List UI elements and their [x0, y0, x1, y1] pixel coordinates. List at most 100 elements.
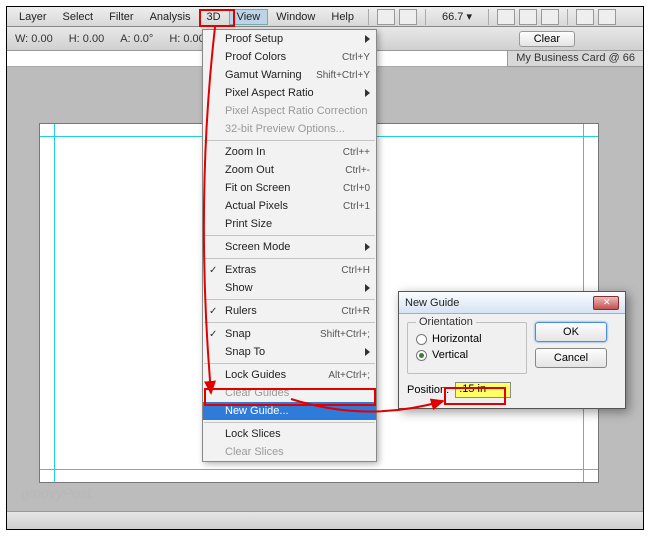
menu-separator — [204, 322, 375, 323]
submenu-arrow-icon — [365, 284, 370, 292]
menu-window[interactable]: Window — [268, 9, 323, 25]
menu-item-label: Show — [225, 282, 370, 294]
menu-item[interactable]: Screen Mode — [203, 238, 376, 256]
radio-icon — [416, 334, 427, 345]
dialog-titlebar[interactable]: New Guide — [399, 292, 625, 314]
opt-h2: H: 0.00 — [169, 33, 204, 45]
submenu-arrow-icon — [365, 89, 370, 97]
menu-item-label: Fit on Screen — [225, 182, 343, 194]
menu-item: Pixel Aspect Ratio Correction — [203, 102, 376, 120]
menu-item: 32-bit Preview Options... — [203, 120, 376, 138]
menu-item[interactable]: Snap To — [203, 343, 376, 361]
menubar: Layer Select Filter Analysis 3D View Win… — [7, 7, 643, 27]
menu-item-label: Clear Guides — [225, 387, 370, 399]
check-icon — [209, 264, 219, 274]
menu-item-label: Proof Colors — [225, 51, 342, 63]
separator — [425, 9, 426, 25]
menu-item[interactable]: Actual PixelsCtrl+1 — [203, 197, 376, 215]
menu-shortcut: Ctrl++ — [343, 147, 370, 158]
menu-item[interactable]: Proof ColorsCtrl+Y — [203, 48, 376, 66]
menu-item-label: Pixel Aspect Ratio — [225, 87, 370, 99]
arrange-icon[interactable] — [576, 9, 594, 25]
radio-horizontal[interactable]: Horizontal — [416, 333, 518, 345]
menu-shortcut: Ctrl+1 — [343, 201, 370, 212]
menu-shortcut: Shift+Ctrl+Y — [316, 70, 370, 81]
separator — [567, 9, 568, 25]
document-tab[interactable]: My Business Card @ 66 — [507, 51, 643, 67]
radio-label: Vertical — [432, 349, 468, 361]
position-label: Position: — [407, 384, 449, 396]
menu-item-label: Zoom In — [225, 146, 343, 158]
menu-item-label: Lock Slices — [225, 428, 370, 440]
radio-label: Horizontal — [432, 333, 482, 345]
menu-item[interactable]: Lock Slices — [203, 425, 376, 443]
status-bar — [7, 511, 643, 529]
menu-item[interactable]: Print Size — [203, 215, 376, 233]
menu-item[interactable]: New Guide... — [203, 402, 376, 420]
menu-item[interactable]: Lock GuidesAlt+Ctrl+; — [203, 366, 376, 384]
menu-item[interactable]: Show — [203, 279, 376, 297]
separator — [368, 9, 369, 25]
menu-item-label: Snap To — [225, 346, 370, 358]
new-guide-dialog: New Guide Orientation Horizontal Vertica… — [398, 291, 626, 409]
menu-item-label: Extras — [225, 264, 341, 276]
menu-3d[interactable]: 3D — [199, 9, 229, 25]
clear-button[interactable]: Clear — [519, 31, 575, 47]
menu-item-label: Clear Slices — [225, 446, 370, 458]
menu-item-label: Zoom Out — [225, 164, 345, 176]
menu-item[interactable]: SnapShift+Ctrl+; — [203, 325, 376, 343]
radio-icon — [416, 350, 427, 361]
close-icon[interactable] — [593, 296, 619, 310]
zoom-icon[interactable] — [519, 9, 537, 25]
dialog-title: New Guide — [405, 297, 593, 309]
separator — [488, 9, 489, 25]
menu-item-label: New Guide... — [225, 405, 370, 417]
screenmode-icon[interactable] — [399, 9, 417, 25]
bridge-icon[interactable] — [377, 9, 395, 25]
rotate-icon[interactable] — [541, 9, 559, 25]
menu-item[interactable]: Proof Setup — [203, 30, 376, 48]
menu-shortcut: Ctrl+Y — [342, 52, 370, 63]
menu-shortcut: Ctrl+R — [341, 306, 370, 317]
menu-item[interactable]: Zoom OutCtrl+- — [203, 161, 376, 179]
menu-separator — [204, 422, 375, 423]
position-input[interactable]: .15 in — [455, 382, 511, 398]
menu-shortcut: Alt+Ctrl+; — [328, 370, 370, 381]
menu-item-label: Print Size — [225, 218, 370, 230]
menu-view[interactable]: View — [229, 9, 269, 25]
view-dropdown: Proof SetupProof ColorsCtrl+YGamut Warni… — [202, 29, 377, 462]
check-icon — [209, 305, 219, 315]
screenmode2-icon[interactable] — [598, 9, 616, 25]
menu-separator — [204, 235, 375, 236]
fieldset-legend: Orientation — [416, 316, 476, 328]
menu-layer[interactable]: Layer — [11, 9, 55, 25]
guide-h — [40, 469, 598, 470]
menu-select[interactable]: Select — [55, 9, 102, 25]
menu-item[interactable]: Zoom InCtrl++ — [203, 143, 376, 161]
menu-item-label: Gamut Warning — [225, 69, 316, 81]
menu-item[interactable]: ExtrasCtrl+H — [203, 261, 376, 279]
menu-item[interactable]: RulersCtrl+R — [203, 302, 376, 320]
menu-item-label: Proof Setup — [225, 33, 370, 45]
menu-item: Clear Guides — [203, 384, 376, 402]
menu-analysis[interactable]: Analysis — [142, 9, 199, 25]
radio-vertical[interactable]: Vertical — [416, 349, 518, 361]
menu-item[interactable]: Gamut WarningShift+Ctrl+Y — [203, 66, 376, 84]
menu-shortcut: Ctrl+0 — [343, 183, 370, 194]
watermark: groovyPost. — [21, 485, 95, 501]
ok-button[interactable]: OK — [535, 322, 607, 342]
opt-a: A: 0.0° — [120, 33, 153, 45]
cancel-button[interactable]: Cancel — [535, 348, 607, 368]
menu-shortcut: Ctrl+- — [345, 165, 370, 176]
hand-icon[interactable] — [497, 9, 515, 25]
menu-shortcut: Shift+Ctrl+; — [320, 329, 370, 340]
submenu-arrow-icon — [365, 243, 370, 251]
menu-item[interactable]: Pixel Aspect Ratio — [203, 84, 376, 102]
menu-help[interactable]: Help — [323, 9, 362, 25]
opt-h: H: 0.00 — [69, 33, 104, 45]
zoom-level[interactable]: 66.7 ▾ — [442, 10, 472, 23]
menu-item: Clear Slices — [203, 443, 376, 461]
submenu-arrow-icon — [365, 35, 370, 43]
menu-item[interactable]: Fit on ScreenCtrl+0 — [203, 179, 376, 197]
menu-filter[interactable]: Filter — [101, 9, 141, 25]
